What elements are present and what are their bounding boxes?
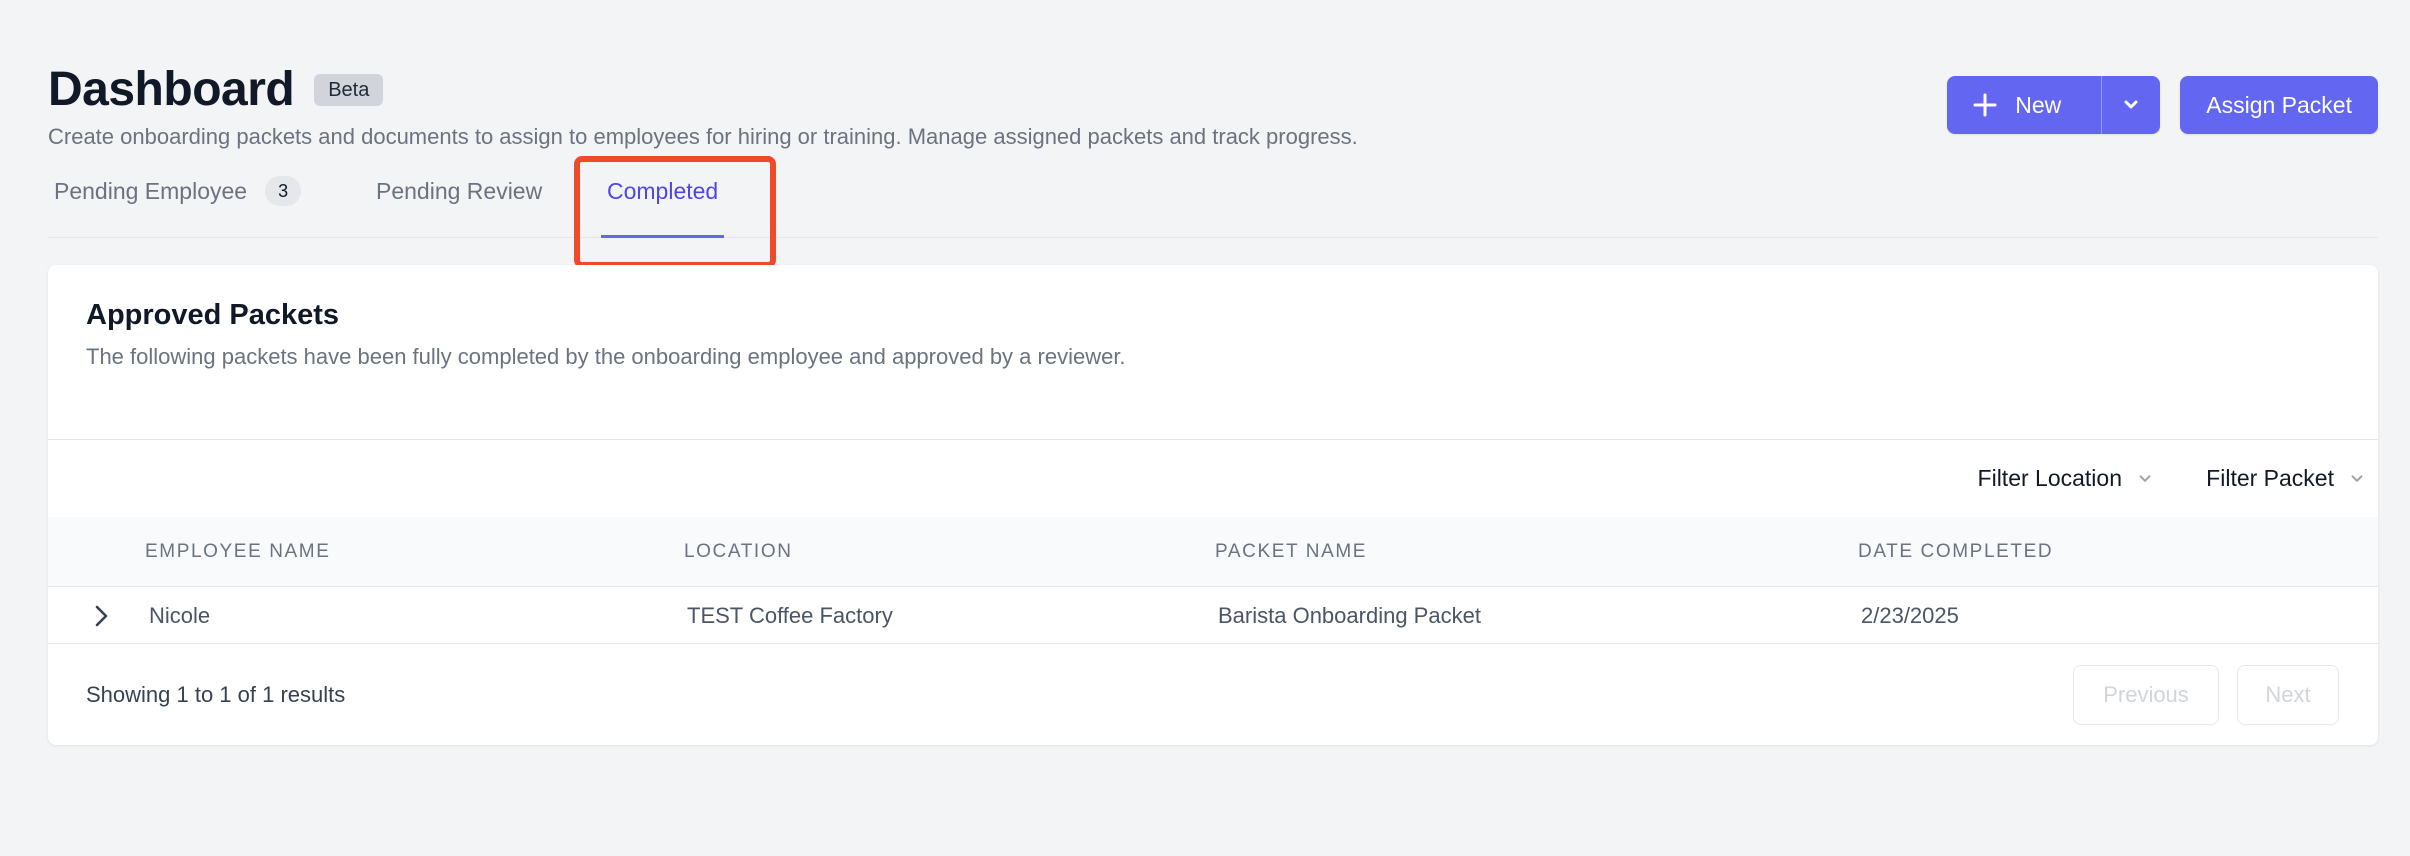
new-split-button: New	[1947, 76, 2161, 134]
card-description: The following packets have been fully co…	[86, 344, 1126, 369]
tab-label: Pending Review	[376, 178, 543, 204]
tab-bar: Pending Employee 3 Pending Review Comple…	[48, 160, 2378, 238]
beta-badge: Beta	[314, 74, 384, 106]
new-button[interactable]: New	[1947, 76, 2103, 134]
tab-label: Completed	[607, 178, 719, 204]
card-divider	[48, 439, 2378, 440]
card-title: Approved Packets	[86, 299, 340, 331]
column-header-packet-name[interactable]: PACKET NAME	[1215, 517, 1367, 587]
title-row: Dashboard Beta	[48, 62, 1358, 118]
next-button[interactable]: Next	[2237, 665, 2339, 725]
expand-row-button[interactable]	[86, 601, 116, 631]
chevron-down-icon	[2124, 100, 2138, 109]
tab-label: Pending Employee	[54, 178, 248, 204]
assign-packet-button[interactable]: Assign Packet	[2180, 76, 2378, 134]
previous-button[interactable]: Previous	[2073, 665, 2219, 725]
approved-packets-card: Approved Packets The following packets h…	[48, 265, 2378, 745]
column-header-date-completed[interactable]: DATE COMPLETED	[1858, 517, 2053, 587]
cell-packet-name: Barista Onboarding Packet	[1218, 603, 1481, 628]
filter-location-dropdown[interactable]: Filter Location	[1978, 465, 2154, 492]
chevron-down-icon	[2351, 474, 2363, 482]
filter-packet-label: Filter Packet	[2206, 465, 2334, 491]
cell-date-completed: 2/23/2025	[1861, 603, 1959, 628]
page-title: Dashboard	[48, 63, 295, 116]
column-header-employee-name[interactable]: EMPLOYEE NAME	[145, 517, 331, 587]
column-header-location[interactable]: LOCATION	[684, 517, 793, 587]
active-tab-indicator	[601, 235, 725, 238]
plus-icon	[1973, 93, 1997, 117]
tab-pending-employee[interactable]: Pending Employee 3	[54, 160, 302, 238]
table-header: EMPLOYEE NAME LOCATION PACKET NAME DATE …	[48, 517, 2378, 587]
cell-employee-name: Nicole	[149, 603, 211, 628]
tab-count-badge: 3	[265, 176, 302, 206]
header-actions: New Assign Packet	[1947, 76, 2378, 134]
chevron-right-icon	[95, 605, 108, 627]
filter-location-label: Filter Location	[1977, 465, 2122, 491]
card-header: Approved Packets The following packets h…	[86, 297, 1166, 373]
cell-location: TEST Coffee Factory	[687, 603, 893, 628]
page-subtitle: Create onboarding packets and documents …	[48, 124, 1358, 149]
filter-packet-dropdown[interactable]: Filter Packet	[2206, 465, 2366, 492]
results-summary: Showing 1 to 1 of 1 results	[86, 682, 346, 707]
new-dropdown-button[interactable]	[2102, 76, 2160, 134]
table-row[interactable]: Nicole TEST Coffee Factory Barista Onboa…	[48, 588, 2378, 644]
page-header: Dashboard Beta Create onboarding packets…	[48, 62, 1358, 152]
tab-completed[interactable]: Completed	[601, 160, 725, 238]
tab-pending-review[interactable]: Pending Review	[376, 160, 542, 238]
new-button-label: New	[2015, 91, 2062, 118]
chevron-down-icon	[2139, 474, 2151, 482]
